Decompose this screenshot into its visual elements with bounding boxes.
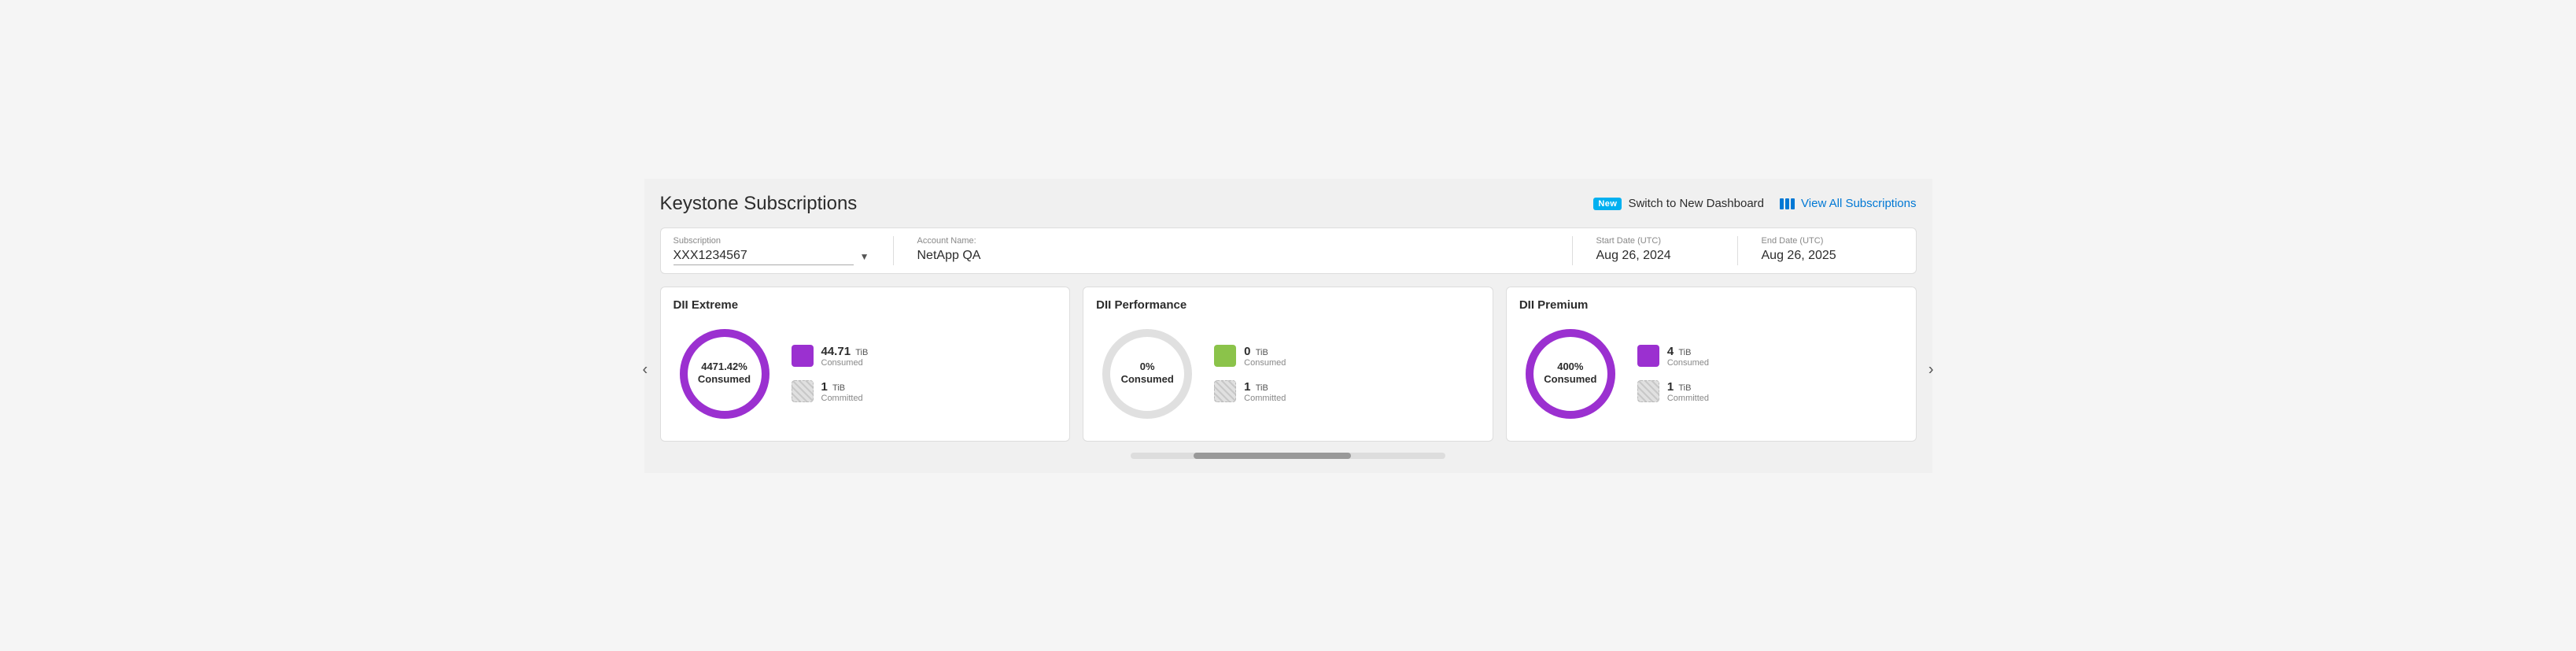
start-date-value: Aug 26, 2024	[1596, 249, 1714, 263]
committed-swatch-0	[792, 380, 814, 402]
committed-label-1: Committed	[1244, 394, 1286, 403]
page-title: Keystone Subscriptions	[660, 193, 858, 215]
donut-label-2: 400%Consumed	[1544, 361, 1596, 387]
consumed-label-0: Consumed	[821, 358, 869, 368]
service-card-0: DII Extreme 4471.42%Consumed	[660, 287, 1071, 442]
card-body-1: 0%Consumed 0 TiB Consumed	[1096, 323, 1480, 425]
subscription-bar: Subscription XXX1234567 ▼ Account Name: …	[660, 227, 1917, 274]
consumed-swatch-1	[1214, 345, 1236, 367]
card-title-1: DII Performance	[1096, 298, 1480, 312]
end-date-field: End Date (UTC) Aug 26, 2025	[1762, 236, 1903, 265]
consumed-swatch-2	[1637, 345, 1659, 367]
committed-value-0: 1 TiB	[821, 380, 863, 394]
consumed-metric-2: 4 TiB Consumed	[1637, 345, 1709, 368]
start-date-label: Start Date (UTC)	[1596, 236, 1714, 246]
cards-row: DII Extreme 4471.42%Consumed	[660, 287, 1917, 442]
committed-value-1: 1 TiB	[1244, 380, 1286, 394]
subscription-id: XXX1234567	[674, 249, 854, 265]
new-dashboard-label: Switch to New Dashboard	[1628, 197, 1764, 210]
subscription-value[interactable]: XXX1234567 ▼	[674, 249, 869, 265]
consumed-swatch-0	[792, 345, 814, 367]
committed-metric-0: 1 TiB Committed	[792, 380, 869, 403]
header-row: Keystone Subscriptions New Switch to New…	[660, 193, 1917, 215]
donut-wrapper-2: 400%Consumed	[1519, 323, 1622, 425]
consumed-value-2: 4 TiB	[1667, 345, 1709, 358]
consumed-metric-1: 0 TiB Consumed	[1214, 345, 1286, 368]
new-dashboard-button[interactable]: New Switch to New Dashboard	[1593, 197, 1764, 210]
consumed-label-1: Consumed	[1244, 358, 1286, 368]
dropdown-icon[interactable]: ▼	[860, 251, 869, 262]
scrollbar-thumb[interactable]	[1194, 453, 1351, 459]
consumed-value-1: 0 TiB	[1244, 345, 1286, 358]
donut-label-1: 0%Consumed	[1121, 361, 1174, 387]
committed-swatch-1	[1214, 380, 1236, 402]
card-title-2: DII Premium	[1519, 298, 1903, 312]
donut-label-0: 4471.42%Consumed	[698, 361, 751, 387]
card-title-0: DII Extreme	[674, 298, 1057, 312]
scroll-left-button[interactable]: ‹	[643, 361, 648, 379]
scroll-right-button[interactable]: ›	[1928, 361, 1934, 379]
view-all-label: View All Subscriptions	[1801, 197, 1916, 210]
committed-label-2: Committed	[1667, 394, 1709, 403]
account-value: NetApp QA	[917, 249, 1548, 263]
metrics-col-2: 4 TiB Consumed 1 TiB Committed	[1637, 345, 1709, 403]
card-body-2: 400%Consumed 4 TiB Consumed	[1519, 323, 1903, 425]
header-actions: New Switch to New Dashboard View All Sub…	[1593, 197, 1916, 210]
view-all-button[interactable]: View All Subscriptions	[1780, 197, 1916, 210]
committed-value-2: 1 TiB	[1667, 380, 1709, 394]
list-icon	[1780, 198, 1795, 209]
metrics-col-1: 0 TiB Consumed 1 TiB Committed	[1214, 345, 1286, 403]
scrollbar-track[interactable]	[1131, 453, 1445, 459]
new-badge: New	[1593, 198, 1622, 210]
consumed-metric-0: 44.71 TiB Consumed	[792, 345, 869, 368]
committed-label-0: Committed	[821, 394, 863, 403]
account-label: Account Name:	[917, 236, 1548, 246]
card-body-0: 4471.42%Consumed 44.71 TiB Consumed	[674, 323, 1057, 425]
donut-wrapper-0: 4471.42%Consumed	[674, 323, 776, 425]
subscription-label: Subscription	[674, 236, 869, 246]
metrics-col-0: 44.71 TiB Consumed 1 TiB Committed	[792, 345, 869, 403]
page-wrapper: Keystone Subscriptions New Switch to New…	[644, 179, 1932, 473]
scrollbar-container	[660, 453, 1917, 459]
committed-metric-1: 1 TiB Committed	[1214, 380, 1286, 403]
consumed-value-0: 44.71 TiB	[821, 345, 869, 358]
subscription-field: Subscription XXX1234567 ▼	[674, 236, 894, 265]
start-date-field: Start Date (UTC) Aug 26, 2024	[1596, 236, 1738, 265]
committed-metric-2: 1 TiB Committed	[1637, 380, 1709, 403]
committed-swatch-2	[1637, 380, 1659, 402]
service-card-1: DII Performance 0%Consumed	[1083, 287, 1493, 442]
service-card-2: DII Premium 400%Consumed	[1506, 287, 1917, 442]
consumed-label-2: Consumed	[1667, 358, 1709, 368]
end-date-value: Aug 26, 2025	[1762, 249, 1903, 263]
account-field: Account Name: NetApp QA	[917, 236, 1573, 265]
donut-wrapper-1: 0%Consumed	[1096, 323, 1198, 425]
end-date-label: End Date (UTC)	[1762, 236, 1903, 246]
